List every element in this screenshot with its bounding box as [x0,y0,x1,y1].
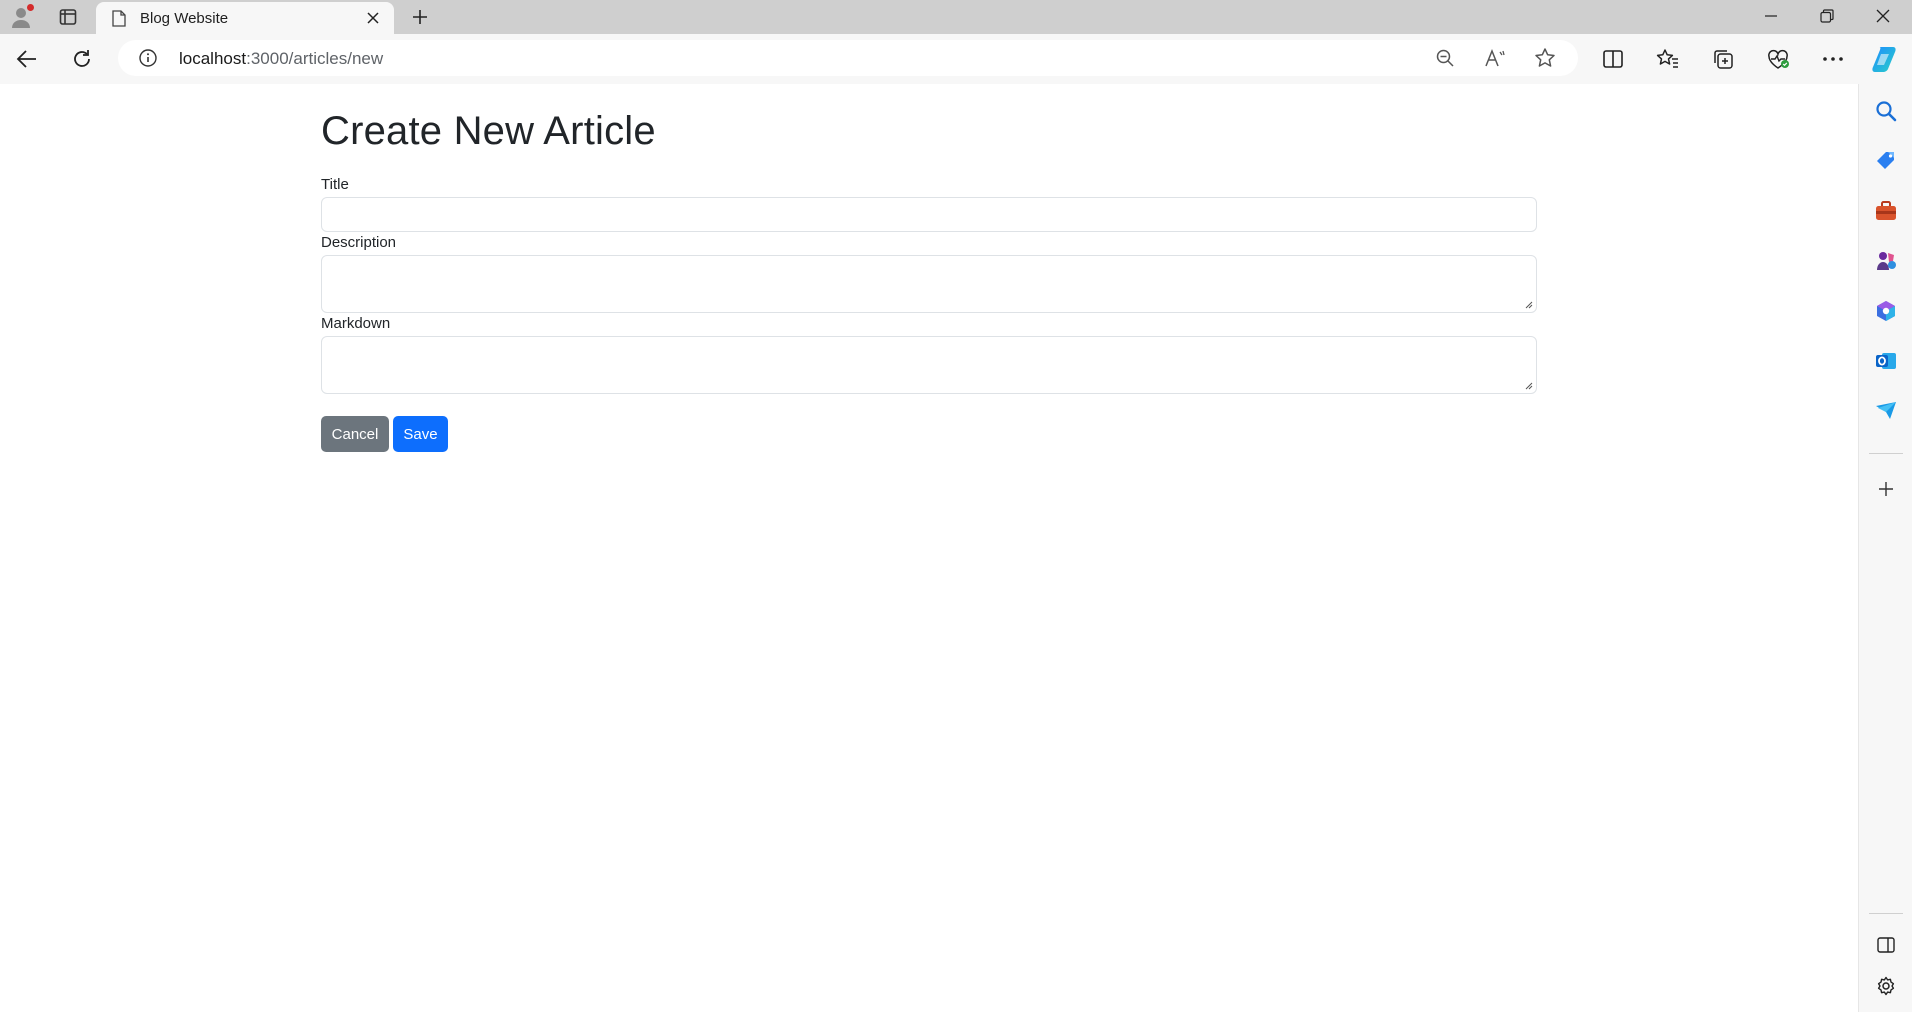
add-icon[interactable] [1872,475,1900,503]
back-button[interactable] [10,43,44,75]
split-screen-icon [1603,50,1623,68]
url-host: localhost [179,49,247,68]
zoom-out-icon[interactable] [1432,46,1458,70]
more-button[interactable] [1816,43,1850,75]
sidebar-separator [1869,913,1903,914]
page-title: Create New Article [321,109,656,153]
new-tab-button[interactable] [406,4,434,30]
save-button[interactable]: Save [393,416,448,452]
page-viewport: Create New Article Title Description Mar… [0,84,1858,1012]
restore-button[interactable] [1800,0,1854,32]
notification-dot [27,4,34,11]
microsoft365-icon[interactable] [1872,297,1900,325]
markdown-textarea[interactable] [321,336,1537,394]
back-icon [16,50,36,68]
tab-title: Blog Website [140,9,229,27]
browser-titlebar: Blog Website [0,0,1912,34]
cancel-button[interactable]: Cancel [321,416,389,452]
hide-sidebar-icon[interactable] [1872,931,1900,959]
page-icon [110,9,128,27]
sidebar-separator [1869,453,1903,454]
refresh-icon [74,50,90,67]
read-aloud-icon[interactable] [1482,46,1508,70]
browser-essentials-icon [1768,49,1789,69]
restore-icon [1820,9,1834,23]
title-input[interactable] [321,197,1537,232]
settings-icon[interactable] [1872,972,1900,1000]
description-label: Description [321,234,397,251]
address-bar[interactable]: localhost:3000/articles/new [118,40,1578,76]
close-icon[interactable] [362,7,384,29]
tools-icon[interactable] [1872,197,1900,225]
games-icon[interactable] [1872,247,1900,275]
url-text[interactable]: localhost:3000/articles/new [179,49,383,69]
tab-actions-button[interactable] [54,4,82,30]
tab-active[interactable]: Blog Website [96,2,394,34]
description-textarea[interactable] [321,255,1537,313]
minimize-icon [1765,15,1777,17]
edge-sidebar [1858,84,1912,1012]
outlook-icon[interactable] [1872,347,1900,375]
title-label: Title [321,176,349,193]
browser-essentials-button[interactable] [1761,43,1795,75]
markdown-label: Markdown [321,315,391,332]
window-close-button[interactable] [1856,0,1910,32]
tab-actions-icon [59,9,77,25]
browser-toolbar: localhost:3000/articles/new [0,34,1912,84]
copilot-button[interactable] [1870,44,1900,74]
split-screen-button[interactable] [1596,43,1630,75]
profile-button[interactable] [6,3,36,31]
favorites-icon [1656,49,1678,68]
search-icon[interactable] [1872,97,1900,125]
url-path: :3000/articles/new [246,49,384,68]
refresh-button[interactable] [65,43,99,75]
new-tab-icon [413,10,427,24]
collections-icon [1714,50,1733,69]
favorites-button[interactable] [1651,43,1685,75]
info-icon[interactable] [138,48,158,68]
window-close-icon [1876,9,1890,23]
minimize-button[interactable] [1744,0,1798,32]
collections-button[interactable] [1706,43,1740,75]
resize-grip-icon[interactable] [1525,382,1533,390]
resize-grip-icon[interactable] [1525,301,1533,309]
copilot-icon [1872,47,1896,72]
shopping-icon[interactable] [1872,147,1900,175]
more-icon [1823,57,1843,61]
drop-icon[interactable] [1872,397,1900,425]
favorite-star-icon[interactable] [1532,46,1558,70]
